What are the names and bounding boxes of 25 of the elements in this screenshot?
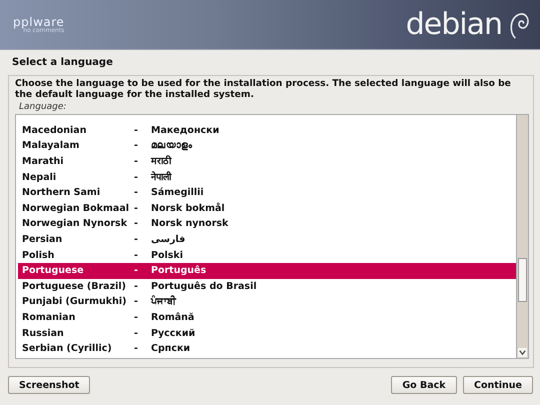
language-item[interactable]: Punjabi (Gurmukhi) - ਪੰਜਾਬੀ (18, 294, 516, 310)
list-label: Language: (18, 101, 68, 114)
language-item[interactable]: Romanian - Română (18, 310, 516, 326)
language-item[interactable]: Malayalam - മലയാളം (18, 138, 516, 154)
language-item[interactable]: Northern Sami - Sámegillii (18, 185, 516, 201)
language-item[interactable]: Norwegian Bokmaal - Norsk bokmål (18, 200, 516, 217)
screenshot-button[interactable]: Screenshot (8, 376, 90, 394)
language-item[interactable]: Russian - Русский (18, 326, 516, 342)
scrollbar-thumb[interactable] (518, 258, 527, 302)
language-item[interactable]: Norwegian Nynorsk - Norsk nynorsk (18, 216, 516, 232)
nav-button[interactable]: Go Back (390, 376, 457, 394)
language-item[interactable]: Portuguese - Português (18, 263, 516, 279)
debian-logo-text: debian (406, 7, 502, 42)
brand-logo-text: pplware (13, 16, 64, 28)
language-item[interactable]: Serbian (Cyrillic) - Српски (18, 341, 516, 357)
language-item[interactable]: Portuguese (Brazil) - Português do Brasil (18, 278, 516, 295)
language-item[interactable]: Nepali - नेपाली (18, 170, 516, 186)
language-item[interactable]: Marathi - मराठी (18, 154, 516, 170)
scrollbar[interactable] (516, 115, 528, 358)
language-item[interactable]: Polish - Polski (18, 248, 516, 264)
language-item[interactable]: Macedonian - Македонски (18, 123, 516, 139)
page-title: Select a language (11, 56, 114, 70)
nav-button[interactable]: Continue (462, 376, 533, 394)
scroll-down-icon[interactable] (518, 348, 527, 357)
description-text: Choose the language to be used for the installation process. The selected language will also be the default language for the installed system. (15, 78, 512, 100)
